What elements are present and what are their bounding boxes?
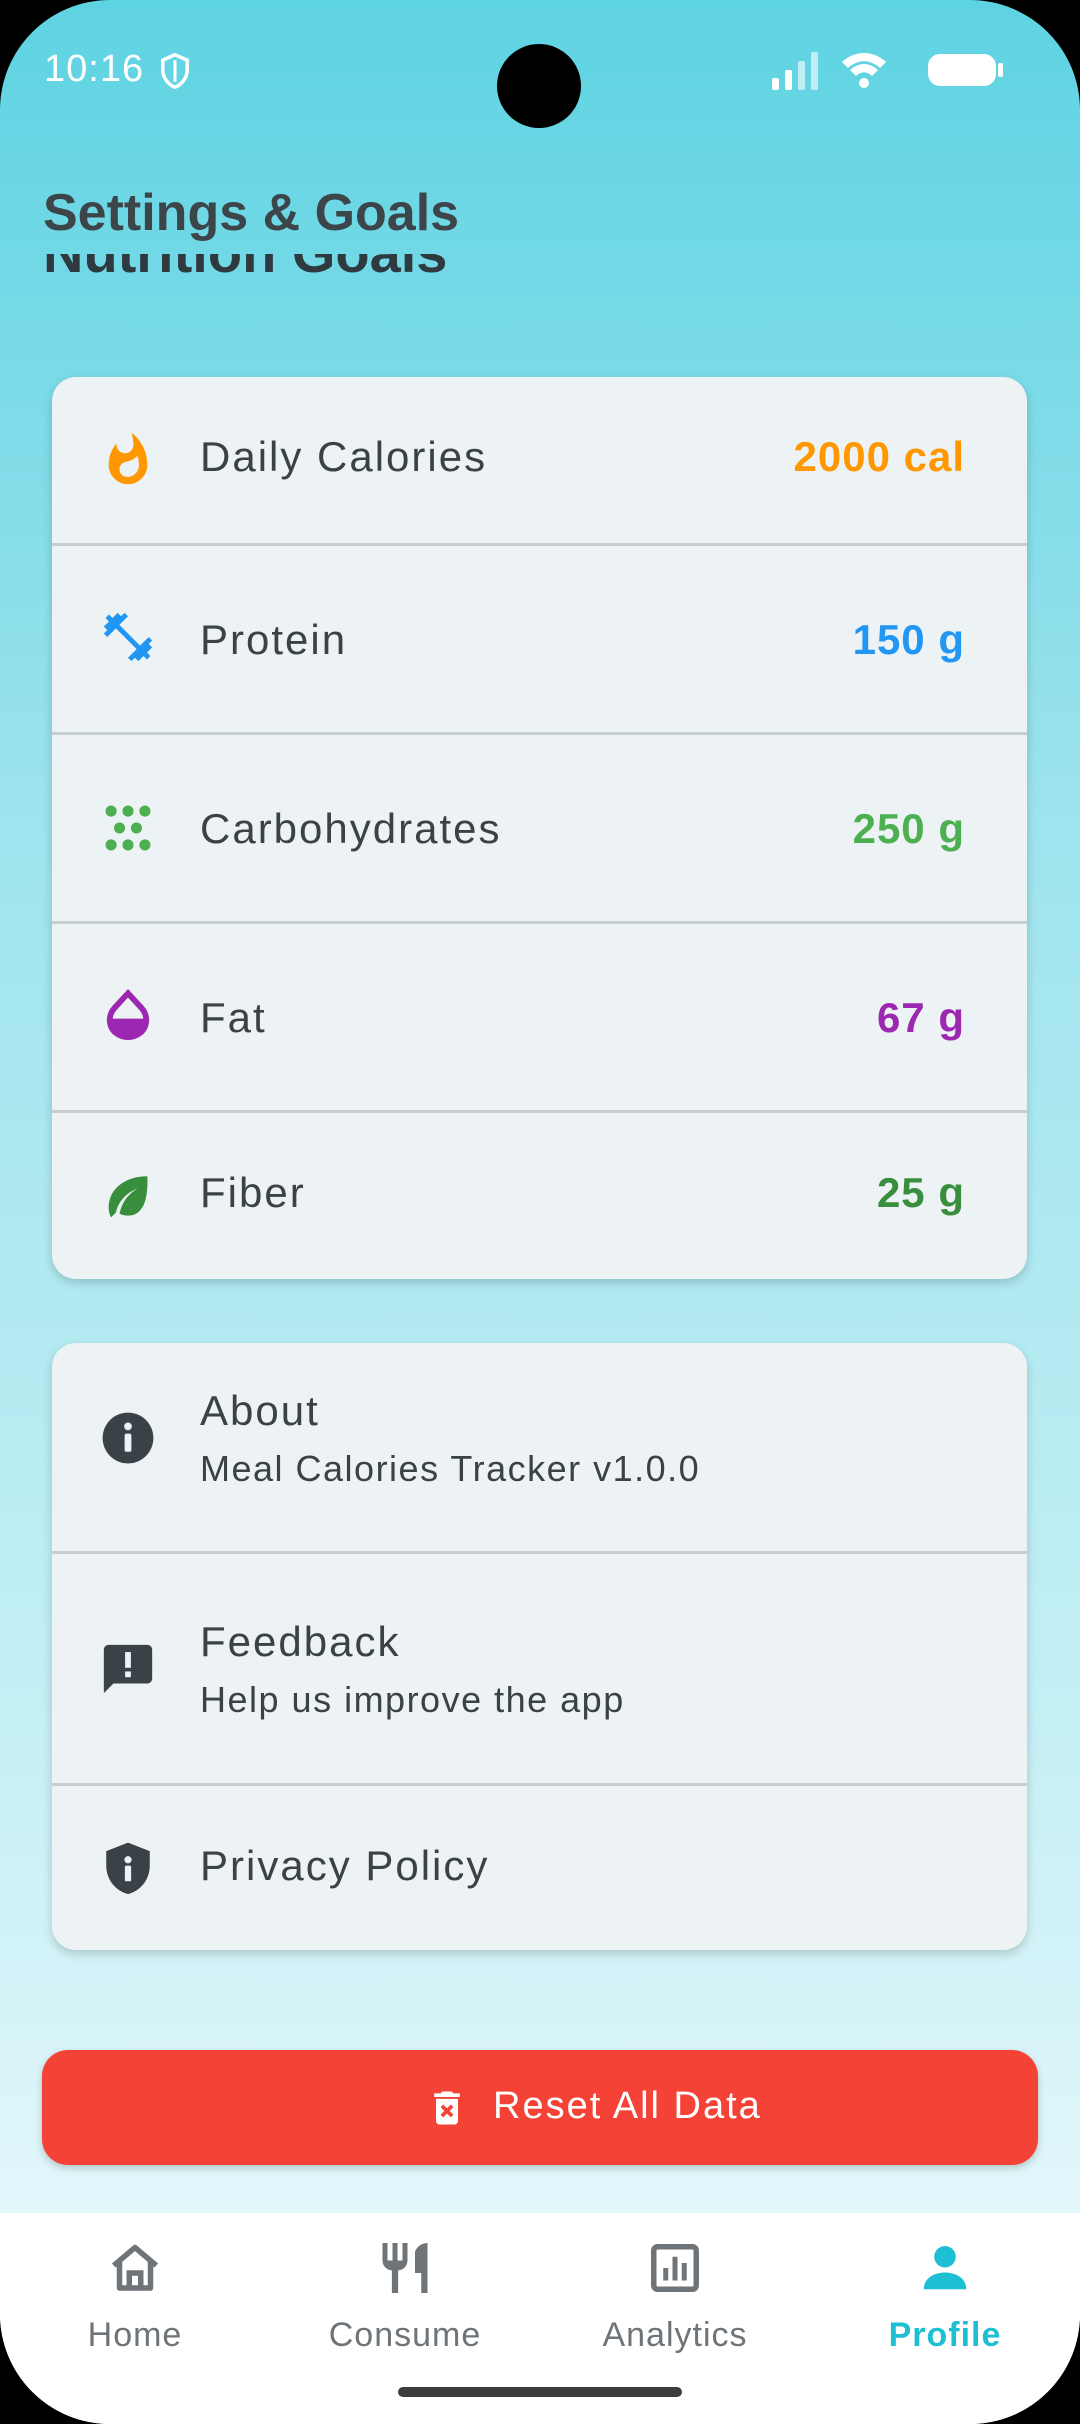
- section-heading: Nutrition Goals: [43, 254, 1043, 298]
- section-heading-text: Nutrition Goals: [43, 254, 447, 285]
- goal-label-protein: Protein: [200, 616, 348, 663]
- page-title: Settings & Goals: [43, 184, 460, 242]
- app-info-card: About Meal Calories Tracker v1.0.0 Feedb…: [52, 1343, 1027, 1950]
- nav-consume[interactable]: Consume: [270, 2213, 540, 2363]
- dumbbell-icon: [103, 612, 153, 662]
- nav-analytics-label: Analytics: [602, 2316, 748, 2354]
- wifi-icon: [842, 53, 886, 88]
- goal-row-carbohydrates[interactable]: Carbohydrates 250 g: [52, 735, 1027, 921]
- info-title-privacy: Privacy Policy: [200, 1842, 490, 1889]
- signal-icon: [772, 52, 818, 90]
- nutrition-goals-card: Daily Calories 2000 cal Protein 150 g Ca…: [52, 377, 1027, 1279]
- info-row-privacy[interactable]: Privacy Policy: [52, 1786, 1027, 1950]
- goal-row-calories[interactable]: Daily Calories 2000 cal: [52, 377, 1027, 543]
- vpn-shield-icon: [161, 52, 189, 90]
- goal-value-fat: 67 g: [876, 994, 965, 1041]
- goal-label-carbohydrates: Carbohydrates: [200, 805, 502, 852]
- info-icon: [102, 1412, 154, 1464]
- home-indicator[interactable]: [398, 2387, 682, 2397]
- goal-label-fat: Fat: [200, 994, 267, 1041]
- goal-row-protein[interactable]: Protein 150 g: [52, 546, 1027, 732]
- info-row-feedback[interactable]: Feedback Help us improve the app: [52, 1554, 1027, 1783]
- status-bar: 10:16: [0, 0, 1080, 140]
- home-icon: [111, 2244, 159, 2291]
- camera-cutout: [497, 44, 581, 128]
- leaf-icon: [108, 1176, 148, 1218]
- goal-value-fiber: 25 g: [876, 1169, 965, 1216]
- grain-icon: [105, 805, 151, 851]
- fire-icon: [108, 432, 148, 485]
- info-title-about: About: [200, 1387, 320, 1434]
- nav-profile[interactable]: Profile: [810, 2213, 1080, 2363]
- shield-icon: [106, 1842, 150, 1895]
- utensils-icon: [382, 2243, 428, 2293]
- goal-row-fat[interactable]: Fat 67 g: [52, 924, 1027, 1110]
- reset-button-label: Reset All Data: [493, 2085, 762, 2127]
- nav-home[interactable]: Home: [0, 2213, 270, 2363]
- goal-label-calories: Daily Calories: [200, 433, 488, 480]
- person-icon: [923, 2246, 967, 2290]
- info-subtitle-about: Meal Calories Tracker v1.0.0: [200, 1448, 701, 1489]
- goal-value-protein: 150 g: [852, 616, 965, 663]
- goal-row-fiber[interactable]: Fiber 25 g: [52, 1113, 1027, 1279]
- delete-icon: [434, 2091, 460, 2125]
- goal-value-calories: 2000 cal: [793, 433, 965, 480]
- nav-consume-label: Consume: [328, 2316, 482, 2354]
- info-title-feedback: Feedback: [200, 1618, 401, 1665]
- goal-value-carbohydrates: 250 g: [852, 805, 965, 852]
- feedback-icon: [103, 1644, 153, 1694]
- analytics-icon: [651, 2244, 699, 2292]
- reset-all-data-button[interactable]: Reset All Data: [42, 2050, 1038, 2165]
- info-row-about[interactable]: About Meal Calories Tracker v1.0.0: [52, 1343, 1027, 1551]
- goal-label-fiber: Fiber: [200, 1169, 306, 1216]
- info-subtitle-feedback: Help us improve the app: [200, 1679, 625, 1720]
- status-time: 10:16: [44, 48, 145, 90]
- nav-profile-label: Profile: [888, 2316, 1002, 2354]
- nav-home-label: Home: [87, 2316, 183, 2354]
- nav-analytics[interactable]: Analytics: [540, 2213, 810, 2363]
- drop-icon: [106, 988, 150, 1041]
- battery-icon: [928, 54, 1003, 86]
- phone-screen: 10:16 Settings & Goals Nu: [0, 0, 1080, 2424]
